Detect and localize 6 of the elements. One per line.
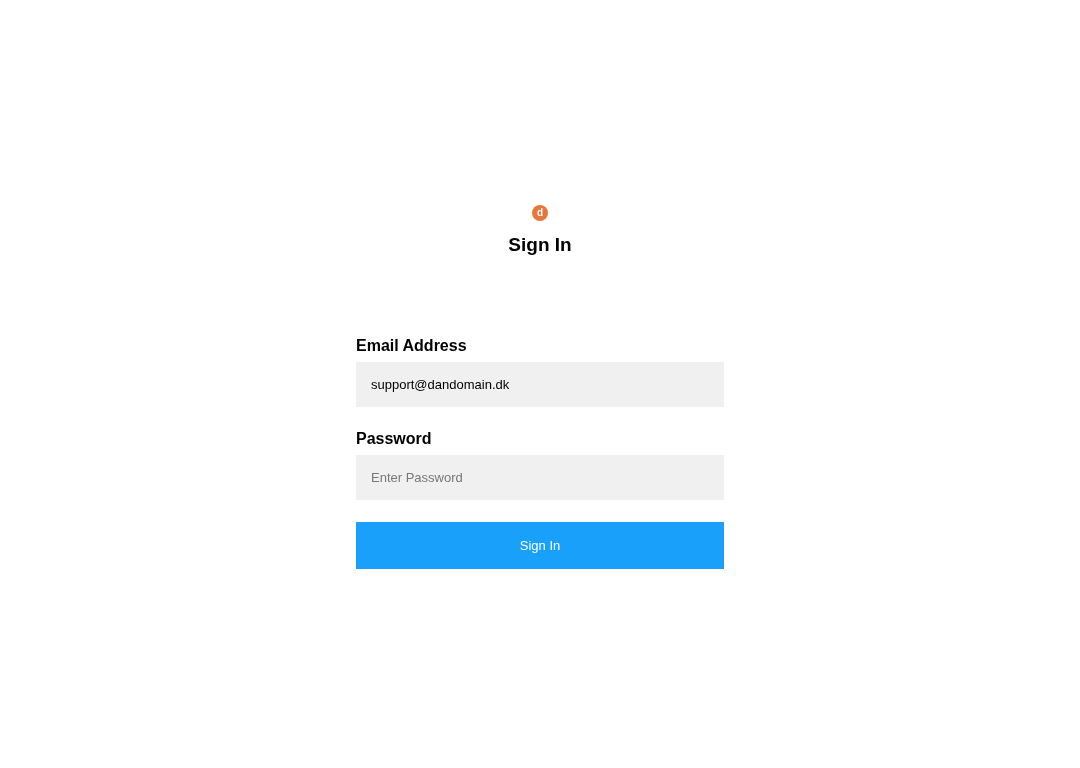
page-title: Sign In xyxy=(508,234,572,256)
logo-icon: d xyxy=(532,205,548,221)
field-label: Password xyxy=(356,429,433,449)
input-field[interactable]: support@dandomain.dk xyxy=(356,362,724,407)
field-label: Email Address xyxy=(356,336,468,356)
input-field[interactable]: Enter Password xyxy=(356,455,724,500)
